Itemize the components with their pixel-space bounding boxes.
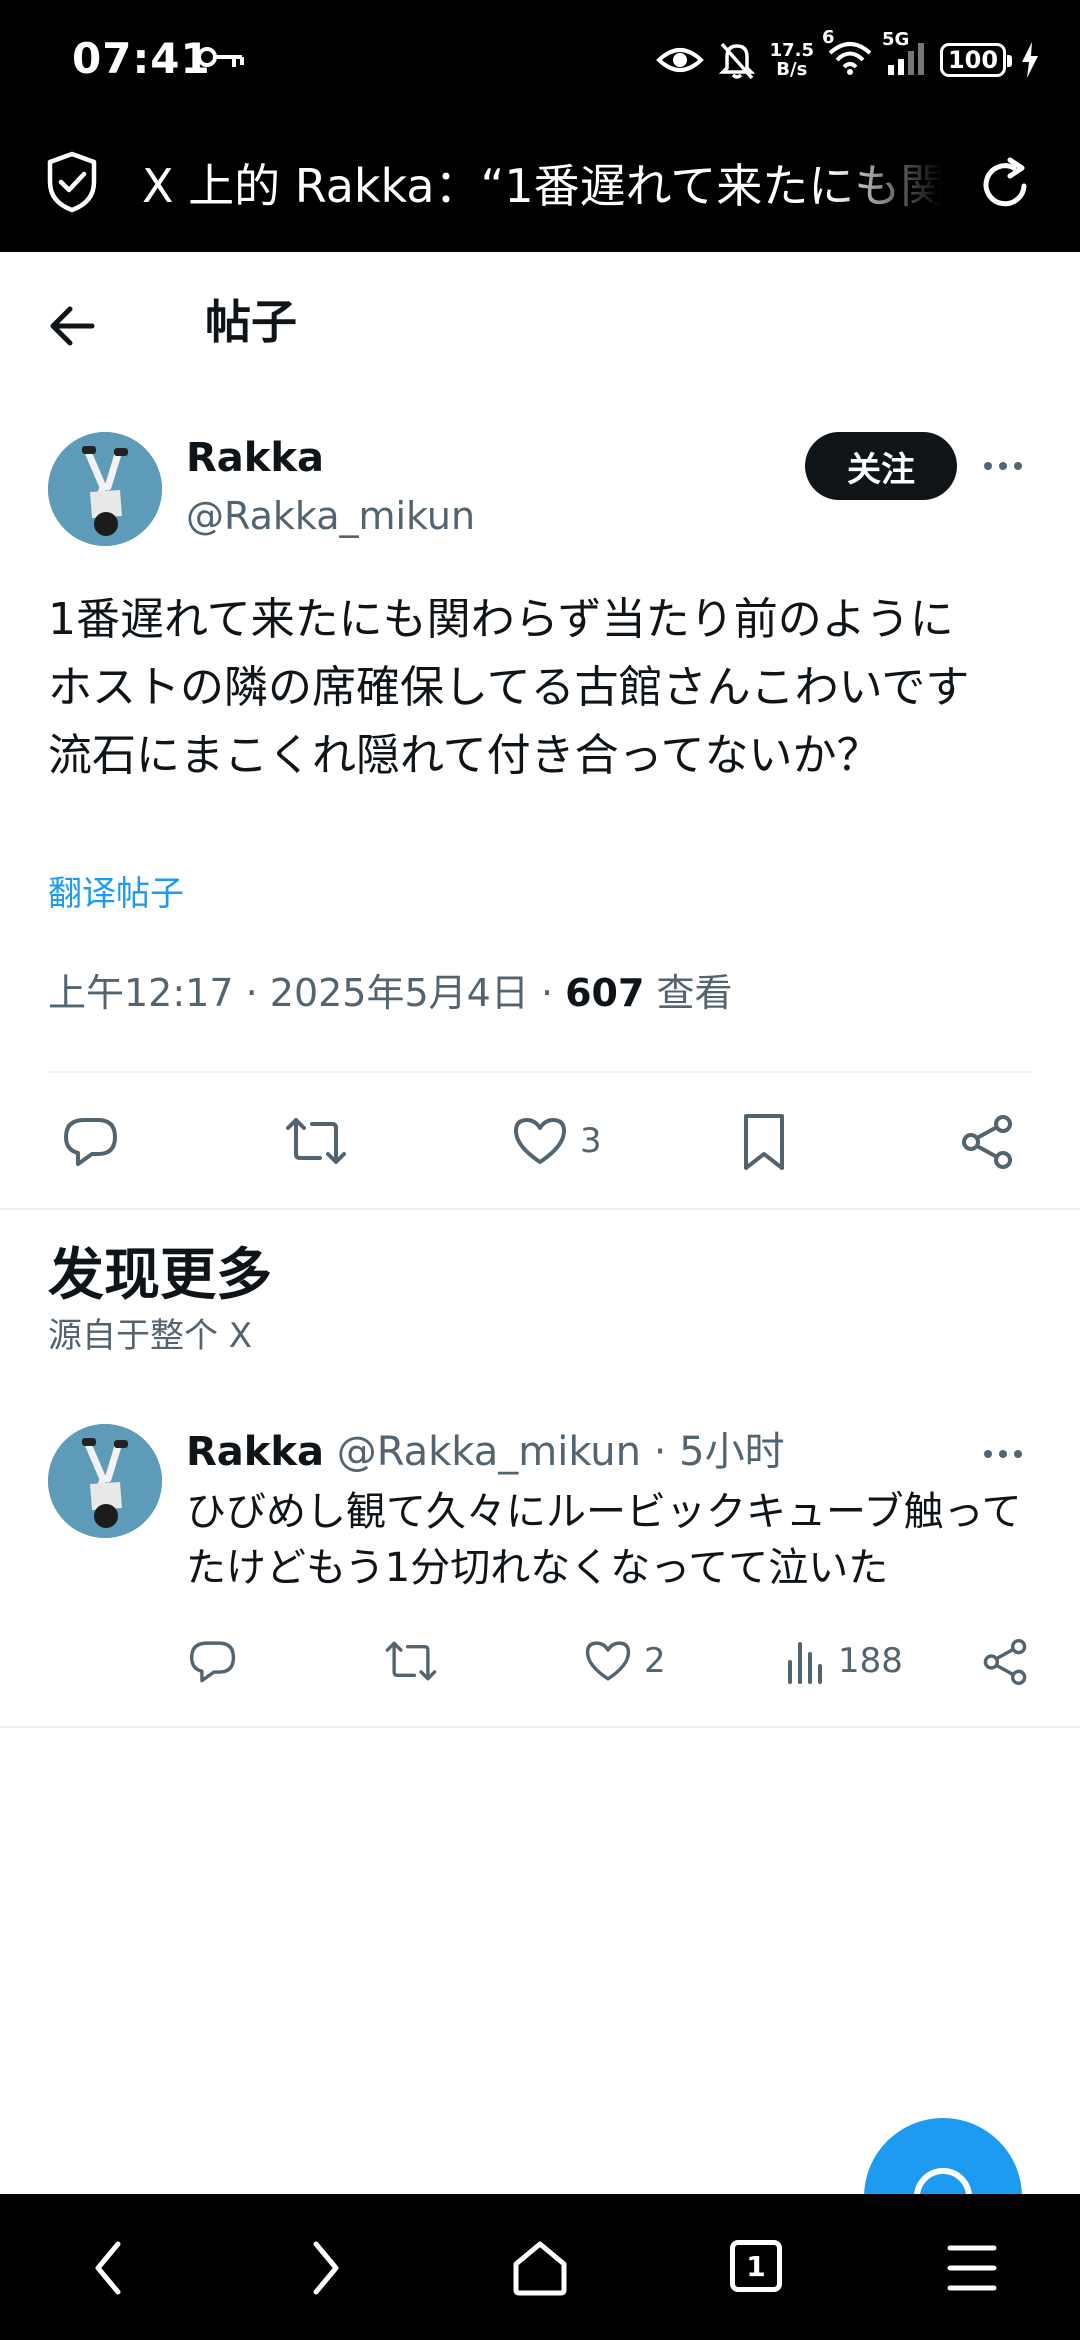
battery-icon: 100 — [940, 43, 1012, 77]
follow-button[interactable]: 关注 — [805, 432, 957, 500]
reload-icon[interactable] — [976, 152, 1036, 216]
feed-author-name[interactable]: Rakka — [186, 1429, 324, 1475]
discover-subtitle: 源自于整个 X — [48, 1316, 253, 1356]
views-count: 188 — [838, 1641, 903, 1681]
status-icons: 17.5 B/s 6 5G 100 — [655, 27, 1040, 90]
tab-count: 1 — [746, 2249, 766, 2283]
avatar-illustration — [48, 432, 162, 546]
post-views-count: 607 — [565, 971, 645, 1015]
more-options-icon[interactable] — [984, 462, 1022, 470]
post-meta: 上午12:17 · 2025年5月4日 · 607 查看 — [48, 971, 733, 1015]
wifi-icon — [828, 42, 872, 75]
views-button[interactable]: 188 — [786, 1638, 903, 1684]
post-time[interactable]: 上午12:17 — [48, 971, 234, 1015]
heart-icon — [514, 1118, 566, 1164]
reply-icon — [64, 1118, 117, 1166]
section-divider — [0, 1208, 1080, 1210]
repost-button[interactable] — [284, 1114, 348, 1168]
author-name[interactable]: Rakka — [186, 432, 324, 484]
feed-author-handle[interactable]: @Rakka_mikun — [337, 1429, 641, 1475]
reply-icon — [190, 1641, 236, 1683]
author-handle[interactable]: @Rakka_mikun — [186, 490, 475, 542]
like-button[interactable]: 2 — [584, 1638, 666, 1684]
browser-page-title[interactable]: X 上的 Rakka：“1番遅れて来たにも関わらず当たり前のように — [142, 156, 942, 216]
feed-post-text[interactable]: ひびめし観て久々にルービックキューブ触ってたけどもう1分切れなくなってて泣いた — [186, 1484, 1046, 1596]
analytics-icon — [788, 1642, 822, 1684]
more-options-icon[interactable] — [984, 1450, 1022, 1458]
repost-icon — [286, 1118, 346, 1164]
post-views-label: 查看 — [656, 971, 733, 1015]
browser-title-bar: X 上的 Rakka：“1番遅れて来たにも関わらず当たり前のように — [0, 120, 1080, 252]
wifi-indicator: 6 — [822, 27, 872, 79]
feed-item-header: Rakka @Rakka_mikun · 5小时 — [186, 1429, 785, 1475]
net-speed: 17.5 B/s — [769, 40, 814, 80]
forward-icon[interactable] — [306, 2238, 346, 2298]
bookmark-icon — [744, 1114, 784, 1170]
translate-post-link[interactable]: 翻译帖子 — [48, 870, 184, 918]
back-arrow-icon[interactable] — [46, 296, 98, 356]
share-icon — [983, 1638, 1027, 1685]
bell-off-icon — [718, 42, 755, 80]
reply-button[interactable] — [188, 1638, 238, 1684]
like-button[interactable]: 3 — [512, 1114, 602, 1168]
tabs-button[interactable]: 1 — [730, 2240, 782, 2292]
avatar-illustration — [48, 1424, 162, 1538]
reply-button[interactable] — [62, 1114, 120, 1168]
menu-icon[interactable] — [946, 2238, 998, 2298]
post-action-bar: 3 — [0, 1106, 1080, 1178]
share-button[interactable] — [982, 1638, 1028, 1686]
avatar[interactable] — [48, 1424, 162, 1538]
section-divider — [0, 1726, 1080, 1728]
cell-indicator: 5G — [882, 29, 926, 79]
status-time: 07:41 — [72, 34, 211, 83]
post-date[interactable]: 2025年5月4日 — [270, 971, 529, 1015]
key-icon — [197, 47, 244, 67]
status-bar: 07:41 17.5 B/s 6 5G 100 — [0, 0, 1080, 120]
like-count: 3 — [580, 1121, 602, 1161]
bookmark-button[interactable] — [740, 1112, 788, 1172]
heart-icon — [585, 1641, 631, 1681]
eye-icon — [655, 48, 704, 72]
back-icon[interactable] — [88, 2238, 128, 2298]
discover-title: 发现更多 — [48, 1243, 272, 1308]
share-button[interactable] — [960, 1114, 1014, 1170]
browser-bottom-nav: 1 — [0, 2194, 1080, 2340]
charging-icon — [1022, 42, 1038, 78]
repost-button[interactable] — [384, 1638, 438, 1684]
avatar[interactable] — [48, 432, 162, 546]
divider — [48, 1071, 1032, 1073]
home-icon[interactable] — [510, 2238, 570, 2298]
shield-check-icon[interactable] — [44, 150, 100, 214]
feed-time[interactable]: 5小时 — [679, 1429, 784, 1475]
repost-icon — [385, 1641, 437, 1681]
like-count: 2 — [644, 1641, 666, 1681]
feed-action-bar: 2 188 — [0, 1634, 1080, 1694]
share-icon — [962, 1115, 1012, 1169]
page-title: 帖子 — [205, 295, 297, 349]
post-text: 1番遅れて来たにも関わらず当たり前のように ホストの隣の席確保してる古館さんこわ… — [48, 594, 970, 781]
